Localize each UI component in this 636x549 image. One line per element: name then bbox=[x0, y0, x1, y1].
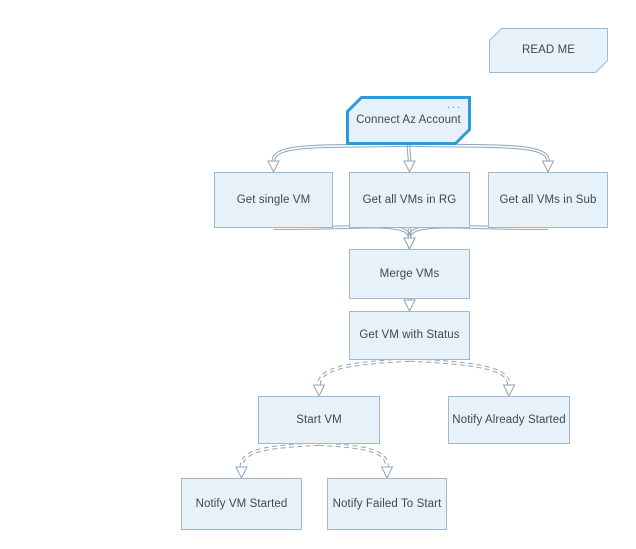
more-options-icon[interactable]: ... bbox=[447, 100, 462, 111]
edge-connect-to-single-arrowhead bbox=[267, 160, 280, 174]
node-get-all-vms-in-sub-label: Get all VMs in Sub bbox=[499, 193, 597, 206]
edge-sub-to-merge bbox=[403, 224, 549, 251]
edge-rg-to-merge bbox=[403, 228, 416, 251]
node-notify-vm-started[interactable]: Notify VM Started bbox=[181, 478, 302, 530]
node-get-all-vms-in-rg[interactable]: Get all VMs in RG bbox=[349, 172, 470, 228]
node-notify-already-started-label: Notify Already Started bbox=[452, 413, 566, 426]
edge-connect-to-sub bbox=[408, 143, 555, 174]
node-notify-failed-to-start-label: Notify Failed To Start bbox=[332, 497, 442, 510]
edge-status-to-start bbox=[312, 358, 410, 398]
edge-connect-to-sub-arrowhead bbox=[541, 160, 555, 174]
edge-sub-to-merge-arrowhead bbox=[403, 237, 416, 251]
edge-merge-to-status bbox=[403, 299, 416, 313]
edge-status-to-already-arrowhead bbox=[502, 384, 516, 398]
node-get-vm-with-status-label: Get VM with Status bbox=[359, 329, 460, 342]
node-read-me[interactable]: READ ME bbox=[489, 28, 608, 73]
edge-connect-to-rg bbox=[403, 145, 416, 174]
edge-start-to-failed bbox=[318, 442, 394, 480]
edge-start-to-started bbox=[235, 442, 320, 480]
node-get-all-vms-in-rg-label: Get all VMs in RG bbox=[362, 193, 457, 206]
node-connect-az-account[interactable]: Connect Az Account ... bbox=[346, 96, 471, 145]
node-start-vm[interactable]: Start VM bbox=[258, 396, 380, 444]
edge-connect-to-rg-arrowhead bbox=[403, 160, 416, 174]
node-start-vm-label: Start VM bbox=[296, 413, 342, 426]
edge-merge-to-status-arrowhead bbox=[403, 299, 416, 313]
node-merge-vms[interactable]: Merge VMs bbox=[349, 249, 470, 299]
edge-connect-to-single bbox=[267, 143, 409, 174]
diagram-canvas[interactable]: READ ME Connect Az Account ... Get singl… bbox=[0, 0, 636, 549]
node-get-single-vm-label: Get single VM bbox=[236, 193, 311, 206]
edge-rg-to-merge-arrowhead bbox=[403, 237, 416, 251]
node-get-single-vm[interactable]: Get single VM bbox=[214, 172, 333, 228]
edge-start-to-failed-arrowhead bbox=[380, 466, 394, 480]
node-merge-vms-label: Merge VMs bbox=[379, 267, 440, 280]
node-notify-failed-to-start[interactable]: Notify Failed To Start bbox=[327, 478, 447, 530]
node-get-all-vms-in-sub[interactable]: Get all VMs in Sub bbox=[488, 172, 608, 228]
edge-single-to-merge-arrowhead bbox=[403, 237, 416, 251]
connector-layer bbox=[235, 143, 555, 480]
node-notify-vm-started-label: Notify VM Started bbox=[195, 497, 288, 510]
edge-single-to-merge bbox=[273, 224, 416, 251]
edge-status-to-already bbox=[409, 358, 516, 398]
node-get-vm-with-status[interactable]: Get VM with Status bbox=[349, 311, 470, 360]
edge-start-to-started-arrowhead bbox=[235, 466, 248, 480]
node-connect-az-account-label: Connect Az Account bbox=[356, 114, 461, 127]
node-read-me-label: READ ME bbox=[521, 44, 576, 57]
node-notify-already-started[interactable]: Notify Already Started bbox=[448, 396, 570, 444]
edge-status-to-start-arrowhead bbox=[312, 384, 326, 398]
